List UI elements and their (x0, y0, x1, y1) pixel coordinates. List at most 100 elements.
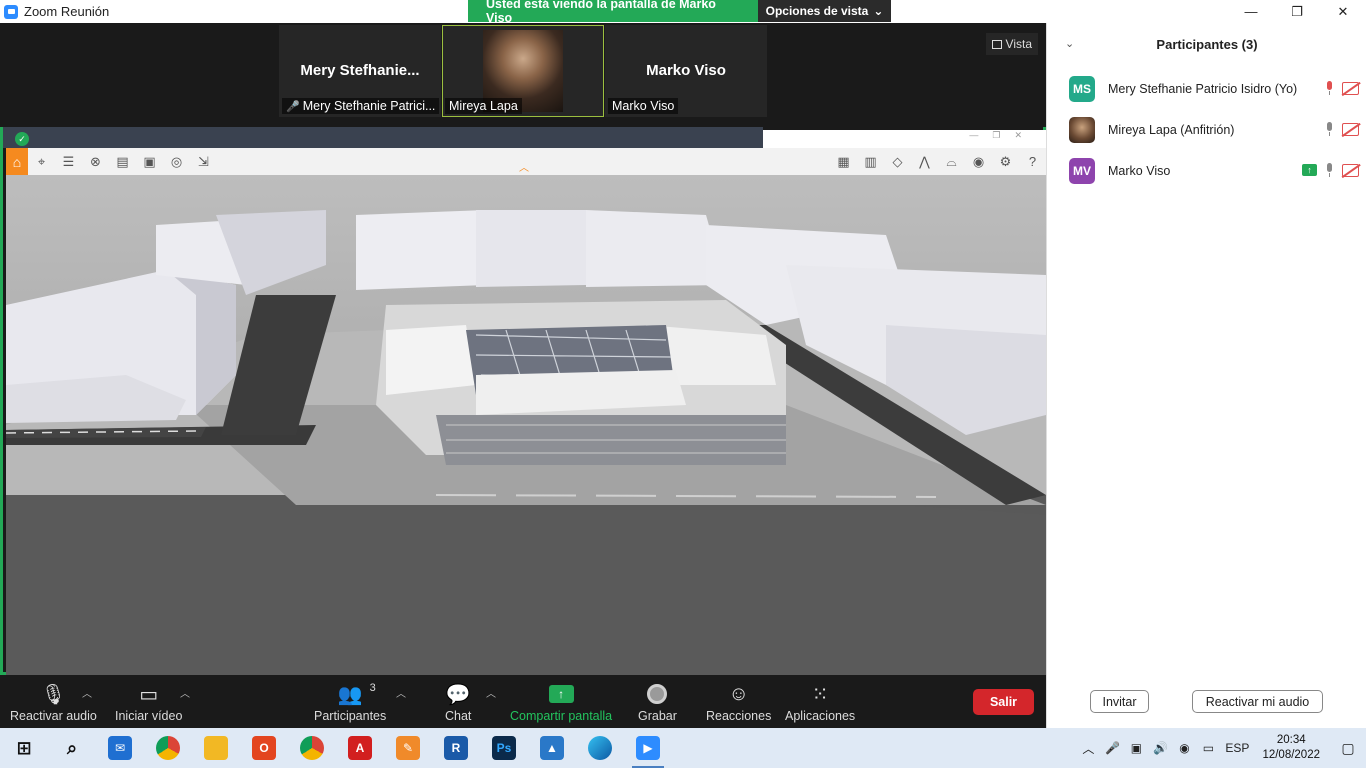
taskbar-revit[interactable]: R (432, 728, 480, 768)
chrome-profile-icon (300, 736, 324, 760)
shared-screen[interactable]: ✓ —❐✕ ⌂ ⌖ ☰ ⊗ ▤ ▣ ◎ ⇲ ︿ ▦ ▥ ◇ ⋀ ⌓ ◉ ⚙ ? (0, 127, 1046, 675)
video-options-caret-icon[interactable]: ︿ (180, 685, 190, 700)
avatar: MV (1069, 158, 1095, 184)
3d-model-viewport[interactable] (6, 175, 1046, 675)
language-indicator[interactable]: ESP (1220, 741, 1254, 755)
clock-date: 12/08/2022 (1262, 749, 1320, 761)
participant-row[interactable]: MS Mery Stefhanie Patricio Isidro (Yo) (1069, 75, 1359, 103)
taskbar-acrobat[interactable]: A (336, 728, 384, 768)
view-layout-button[interactable]: Vista (985, 33, 1038, 55)
export-icon[interactable]: ⇲ (190, 148, 217, 175)
chrome-tray-icon[interactable]: ◉ (1172, 741, 1196, 755)
video-tile-mery[interactable]: Mery Stefhanie... 🎤 Mery Stefhanie Patri… (279, 25, 441, 117)
video-off-icon (1342, 163, 1359, 177)
chevron-up-icon[interactable]: ︿ (519, 159, 529, 174)
grid-view-icon (991, 39, 1002, 49)
taskbar-chrome-profile[interactable] (288, 728, 336, 768)
chevron-up-icon[interactable]: ︿ (1076, 740, 1100, 757)
apps-icon: ⁙ (811, 683, 829, 706)
eye-icon[interactable]: ◉ (965, 148, 992, 175)
reactions-button[interactable]: ☺ Reacciones (706, 679, 771, 724)
cube-icon[interactable]: ◇ (884, 148, 911, 175)
video-gallery-strip: Mery Stefhanie... 🎤 Mery Stefhanie Patri… (279, 25, 767, 117)
taskbar-mail[interactable]: ✉ (96, 728, 144, 768)
record-button[interactable]: Grabar (638, 679, 677, 723)
avatar: MS (1069, 76, 1095, 102)
map-icon[interactable]: ▦ (830, 148, 857, 175)
taskbar-zoom[interactable]: ▶ (624, 728, 672, 768)
view-options-button[interactable]: Opciones de vista ⌄ (758, 0, 891, 22)
video-tile-mireya[interactable]: Mireya Lapa (442, 25, 604, 117)
location-pin-icon[interactable]: ⌖ (28, 148, 55, 175)
panel-title: Participantes (3) (1156, 37, 1258, 52)
taskbar-paint[interactable]: ✎ (384, 728, 432, 768)
bim-layers-icon[interactable]: ☰ (55, 148, 82, 175)
view-layout-label: Vista (1005, 37, 1032, 51)
reactivate-my-audio-button[interactable]: Reactivar mi audio (1192, 690, 1323, 713)
participants-options-caret-icon[interactable]: ︿ (396, 685, 406, 700)
share-screen-button[interactable]: ↑ Compartir pantalla (510, 679, 612, 723)
participants-label: Participantes (314, 709, 387, 723)
microphone-icon[interactable]: 🎤 (1100, 741, 1124, 755)
hat-icon[interactable]: ⌓ (938, 148, 965, 175)
edge-icon (588, 736, 612, 760)
participant-status-icons (1325, 122, 1359, 136)
start-video-button[interactable]: ▭ Iniciar vídeo (115, 679, 182, 724)
participant-row[interactable]: MV Marko Viso ↑ (1069, 157, 1359, 185)
taskbar-chrome[interactable] (144, 728, 192, 768)
participant-row[interactable]: Mireya Lapa (Anfitrión) (1069, 116, 1359, 144)
tile-label-text: Mireya Lapa (449, 99, 518, 113)
folder-icon (204, 736, 228, 760)
network-icon[interactable]: ▣ (1124, 741, 1148, 755)
chrome-icon (156, 736, 180, 760)
leave-meeting-button[interactable]: Salir (973, 689, 1034, 715)
zoom-app-icon (4, 4, 18, 19)
video-tile-marko[interactable]: Marko Viso Marko Viso (605, 25, 767, 117)
taskbar-photoshop[interactable]: Ps (480, 728, 528, 768)
terrain-icon[interactable]: ⋀ (911, 148, 938, 175)
help-icon[interactable]: ? (1019, 148, 1046, 175)
shield-check-icon: ✓ (15, 132, 29, 146)
window-titlebar: Zoom Reunión Usted está viendo la pantal… (0, 0, 1366, 25)
tile-display-name: Mery Stefhanie... (300, 62, 420, 79)
participants-count: 3 (369, 682, 376, 694)
start-button[interactable]: ⊞ (0, 728, 48, 768)
gear-icon[interactable]: ⚙ (992, 148, 1019, 175)
calendar-icon[interactable]: ▥ (857, 148, 884, 175)
apps-button[interactable]: ⁙ Aplicaciones (785, 679, 856, 724)
screenshot-icon[interactable]: ▣ (136, 148, 163, 175)
mail-icon: ✉ (108, 736, 132, 760)
share-screen-label: Compartir pantalla (510, 709, 613, 723)
audio-options-caret-icon[interactable]: ︿ (82, 685, 92, 700)
search-button[interactable]: ⌕ (48, 728, 96, 768)
panorama-360-icon[interactable]: ◎ (163, 148, 190, 175)
participants-button[interactable]: 👥 3 Participantes (314, 679, 386, 723)
mic-muted-icon: 🎤 (286, 100, 300, 113)
mic-muted-icon: 🎙 (40, 683, 67, 706)
apps-label: Aplicaciones (785, 709, 856, 723)
office-icon: O (252, 736, 276, 760)
binoculars-icon[interactable]: ⊗ (82, 148, 109, 175)
close-button[interactable]: ✕ (1320, 0, 1366, 23)
revit-icon: R (444, 736, 468, 760)
taskbar-edge[interactable] (576, 728, 624, 768)
chat-label: Chat (445, 709, 472, 723)
shared-window-controls-icon: —❐✕ (969, 130, 1036, 140)
restore-button[interactable]: ❐ (1274, 0, 1320, 23)
chat-button[interactable]: 💬 Chat (445, 679, 472, 724)
taskbar-photos[interactable]: ▲ (528, 728, 576, 768)
taskbar-explorer[interactable] (192, 728, 240, 768)
volume-icon[interactable]: 🔊 (1148, 741, 1172, 755)
chat-options-caret-icon[interactable]: ︿ (486, 685, 496, 700)
meeting-area: Mery Stefhanie... 🎤 Mery Stefhanie Patri… (0, 23, 1046, 675)
taskbar-office[interactable]: O (240, 728, 288, 768)
toolbar-right-group: ▦ ▥ ◇ ⋀ ⌓ ◉ ⚙ ? (830, 148, 1046, 175)
clapperboard-icon[interactable]: ▤ (109, 148, 136, 175)
minimize-button[interactable]: — (1228, 0, 1274, 23)
invite-button[interactable]: Invitar (1090, 690, 1149, 713)
clock[interactable]: 20:34 12/08/2022 (1262, 733, 1320, 763)
chevron-down-icon: ⌄ (873, 4, 884, 18)
battery-icon[interactable]: ▭ (1196, 741, 1220, 755)
notifications-icon[interactable]: ▢ (1330, 740, 1366, 757)
home-icon[interactable]: ⌂ (6, 148, 28, 175)
